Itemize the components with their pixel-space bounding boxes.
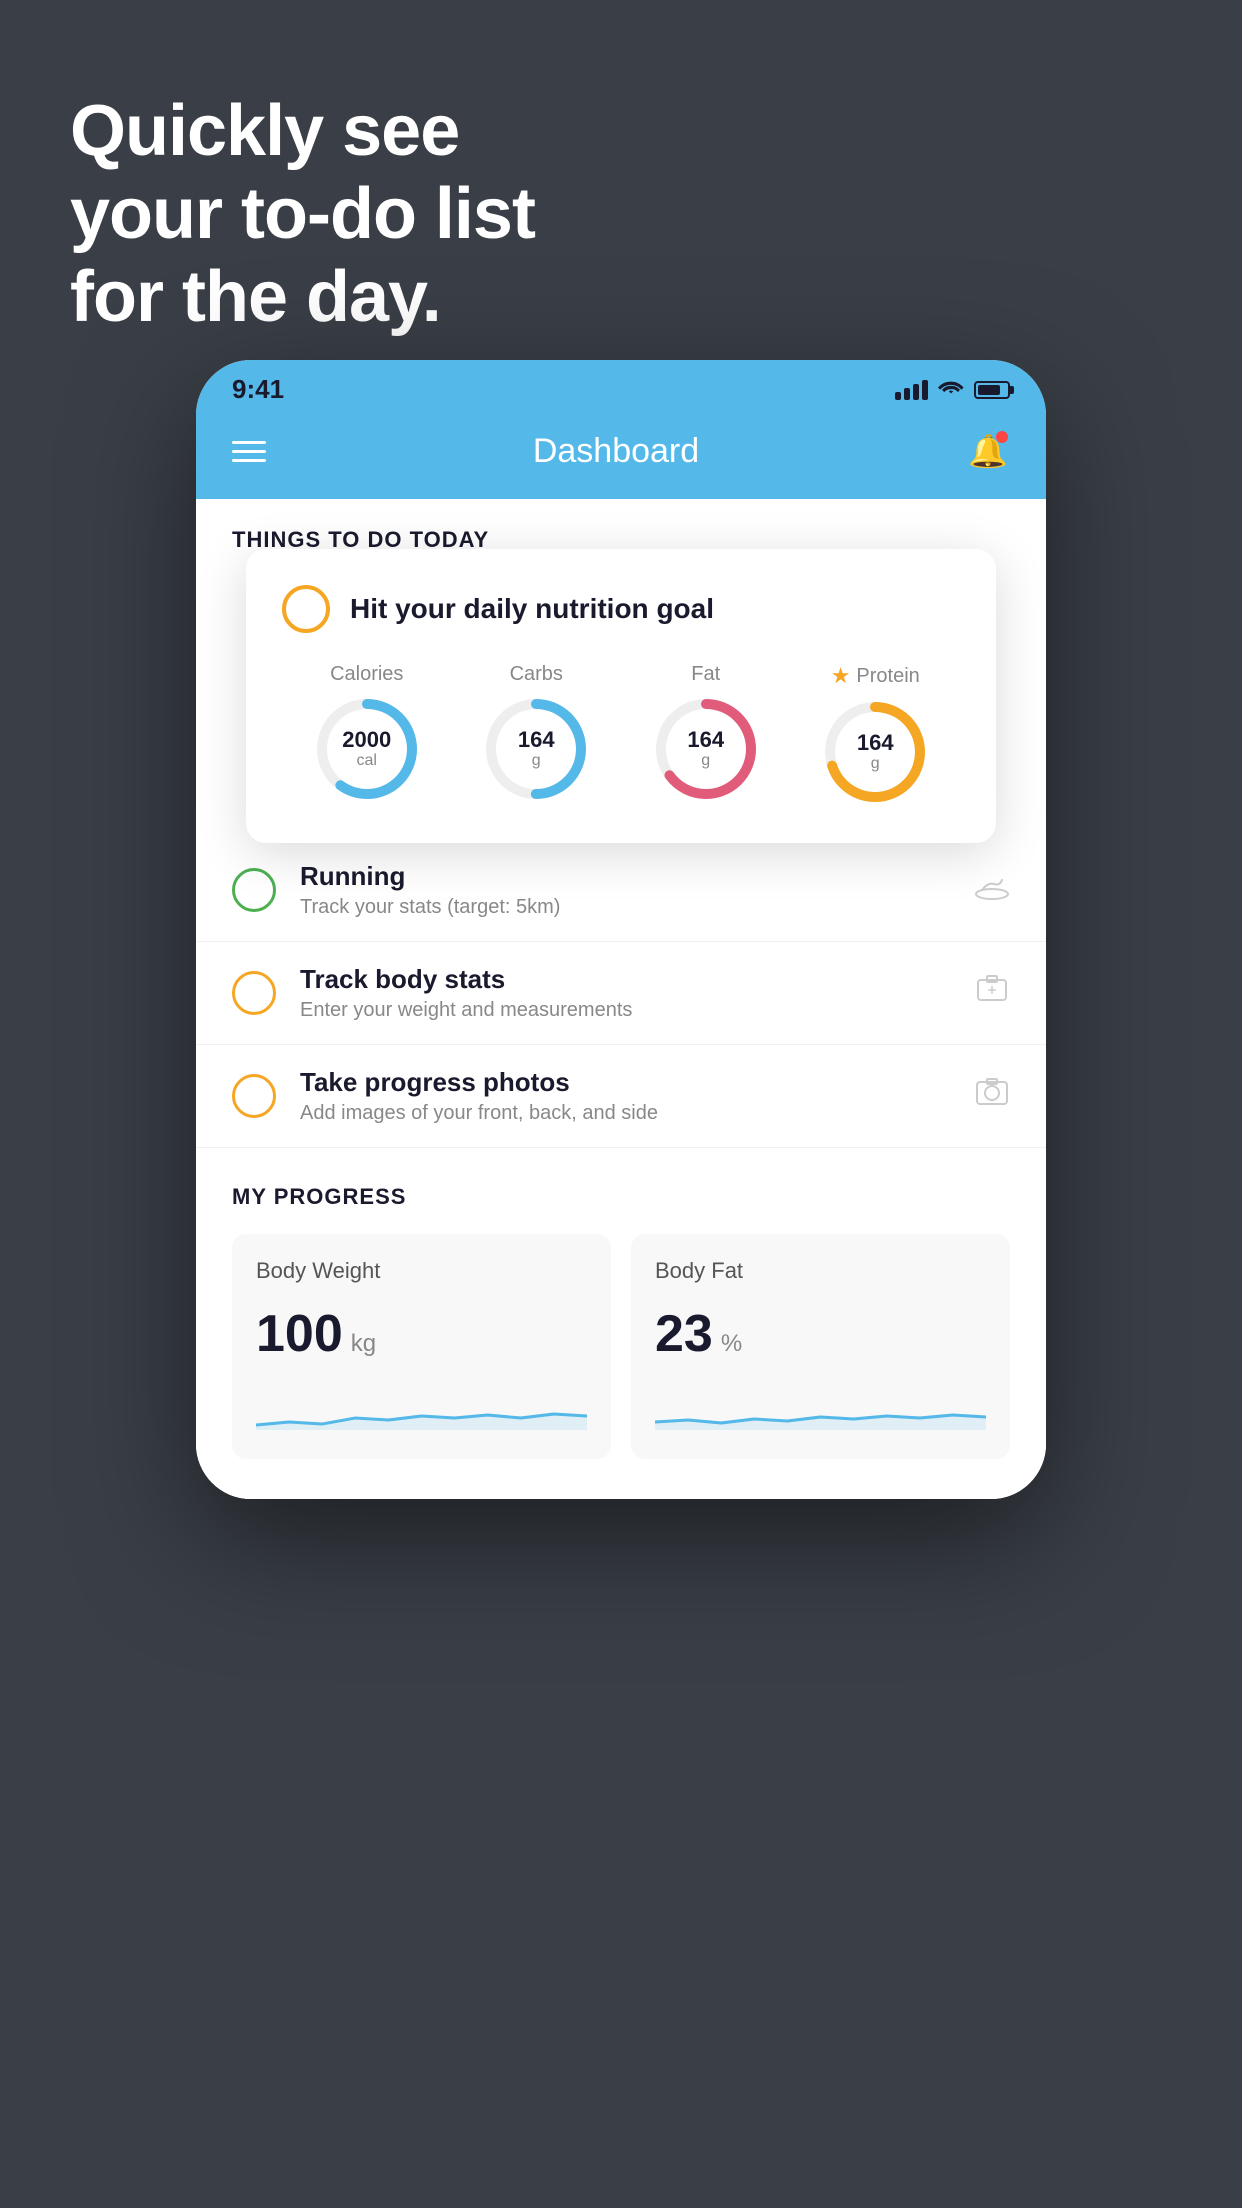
card-check-circle [282, 585, 330, 633]
calories-label: Calories [330, 663, 403, 686]
carbs-ring: 164 g [481, 694, 591, 804]
fat-label: Fat [691, 663, 720, 686]
hamburger-menu[interactable] [232, 441, 266, 462]
calories-unit: cal [342, 752, 391, 770]
nutrition-calories: Calories 2000 cal [312, 663, 422, 807]
carbs-unit: g [518, 752, 555, 770]
body-fat-value: 23 [655, 1304, 713, 1364]
running-text: Running Track your stats (target: 5km) [300, 861, 950, 919]
nutrition-fat: Fat 164 g [651, 663, 761, 807]
scale-icon [974, 972, 1010, 1015]
body-fat-unit: % [721, 1330, 742, 1358]
running-title: Running [300, 861, 950, 892]
body-fat-value-row: 23 % [655, 1304, 986, 1364]
dashboard-content: THINGS TO DO TODAY Hit your daily nutrit… [196, 499, 1046, 1499]
nutrition-card[interactable]: Hit your daily nutrition goal Calories 2… [246, 549, 996, 843]
notification-button[interactable]: 🔔 [966, 429, 1010, 473]
battery-icon [974, 381, 1010, 399]
headline: Quickly see your to-do list for the day. [70, 90, 535, 338]
running-check-circle [232, 868, 276, 912]
running-icon [974, 872, 1010, 909]
nutrition-protein: ★ Protein 164 g [820, 663, 930, 807]
running-subtitle: Track your stats (target: 5km) [300, 896, 950, 919]
nutrition-circles: Calories 2000 cal Carbs [282, 663, 960, 807]
body-weight-value: 100 [256, 1304, 343, 1364]
fat-value: 164 [687, 728, 724, 752]
body-weight-title: Body Weight [256, 1258, 587, 1284]
todo-item-body-stats[interactable]: Track body stats Enter your weight and m… [196, 942, 1046, 1045]
calories-value: 2000 [342, 728, 391, 752]
body-stats-text: Track body stats Enter your weight and m… [300, 964, 950, 1022]
notification-dot [996, 431, 1008, 443]
photo-icon [974, 1075, 1010, 1118]
todo-item-running[interactable]: Running Track your stats (target: 5km) [196, 839, 1046, 942]
wifi-icon [938, 377, 964, 403]
photos-check-circle [232, 1074, 276, 1118]
status-icons [895, 377, 1010, 403]
body-weight-card[interactable]: Body Weight 100 kg [232, 1234, 611, 1459]
progress-cards: Body Weight 100 kg Body Fat 23 % [232, 1234, 1010, 1459]
signal-bars-icon [895, 380, 928, 400]
protein-unit: g [857, 755, 894, 773]
photos-subtitle: Add images of your front, back, and side [300, 1102, 950, 1125]
protein-label: ★ Protein [831, 663, 920, 689]
body-stats-check-circle [232, 971, 276, 1015]
headline-line3: for the day. [70, 256, 535, 339]
body-weight-chart [256, 1380, 587, 1430]
protein-value: 164 [857, 731, 894, 755]
status-bar: 9:41 [196, 360, 1046, 411]
fat-unit: g [687, 752, 724, 770]
fat-ring: 164 g [651, 694, 761, 804]
photos-title: Take progress photos [300, 1067, 950, 1098]
body-weight-unit: kg [351, 1330, 376, 1358]
todo-item-photos[interactable]: Take progress photos Add images of your … [196, 1045, 1046, 1148]
nav-title: Dashboard [533, 432, 699, 471]
carbs-value: 164 [518, 728, 555, 752]
progress-header: MY PROGRESS [232, 1184, 1010, 1210]
card-title: Hit your daily nutrition goal [350, 593, 714, 625]
star-icon: ★ [831, 663, 851, 689]
body-weight-value-row: 100 kg [256, 1304, 587, 1364]
status-time: 9:41 [232, 374, 284, 405]
top-nav: Dashboard 🔔 [196, 411, 1046, 499]
nutrition-carbs: Carbs 164 g [481, 663, 591, 807]
body-fat-chart [655, 1380, 986, 1430]
body-fat-title: Body Fat [655, 1258, 986, 1284]
carbs-label: Carbs [510, 663, 563, 686]
body-stats-subtitle: Enter your weight and measurements [300, 999, 950, 1022]
headline-line2: your to-do list [70, 173, 535, 256]
headline-line1: Quickly see [70, 90, 535, 173]
phone-mockup: 9:41 Da [196, 360, 1046, 1499]
protein-ring: 164 g [820, 697, 930, 807]
calories-ring: 2000 cal [312, 694, 422, 804]
card-header: Hit your daily nutrition goal [282, 585, 960, 633]
body-fat-card[interactable]: Body Fat 23 % [631, 1234, 1010, 1459]
progress-section: MY PROGRESS Body Weight 100 kg B [196, 1148, 1046, 1459]
photos-text: Take progress photos Add images of your … [300, 1067, 950, 1125]
body-stats-title: Track body stats [300, 964, 950, 995]
